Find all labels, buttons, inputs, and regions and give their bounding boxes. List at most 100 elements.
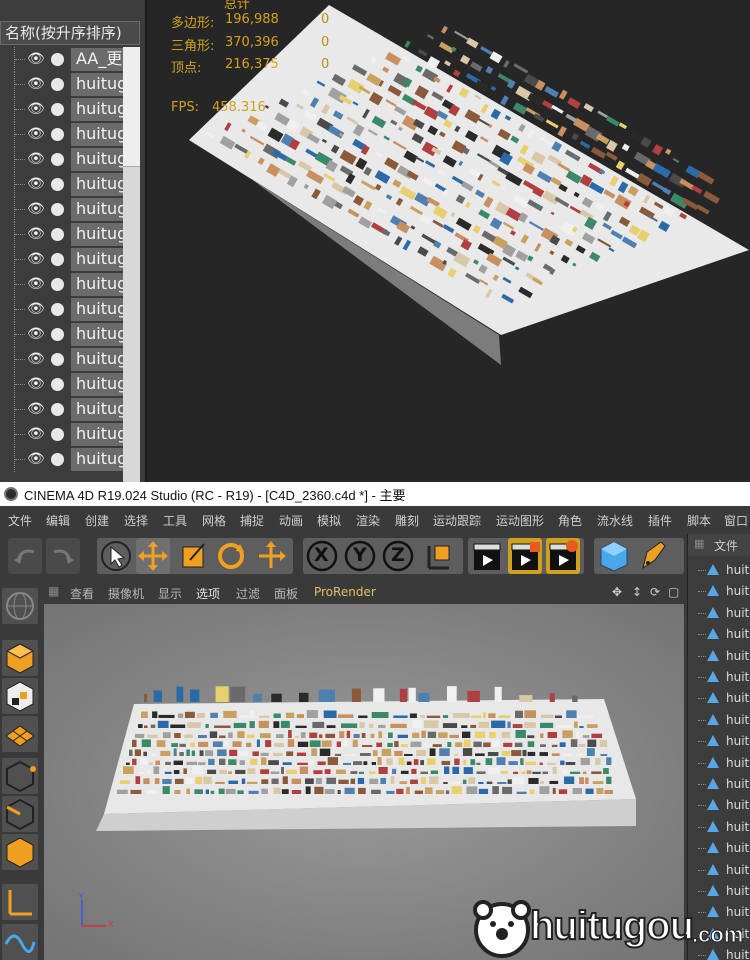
- layer-dot-icon[interactable]: [51, 203, 64, 216]
- menu-item[interactable]: 渲染: [356, 512, 380, 529]
- right-object-row[interactable]: huitu: [688, 753, 750, 774]
- object-row[interactable]: 👁 huitug: [0, 397, 140, 422]
- texture-mode-button[interactable]: [2, 678, 38, 714]
- rotate-view-icon[interactable]: ⟳: [650, 585, 660, 599]
- object-row[interactable]: 👁 AA_更: [0, 47, 140, 72]
- object-row[interactable]: 👁 huitug: [0, 347, 140, 372]
- pen-tool-button[interactable]: [635, 538, 669, 574]
- layer-dot-icon[interactable]: [51, 353, 64, 366]
- object-name[interactable]: huitug: [71, 398, 123, 421]
- x-axis-button[interactable]: X: [305, 538, 339, 574]
- visibility-eye-icon[interactable]: 👁: [27, 452, 45, 466]
- object-name[interactable]: huitug: [71, 123, 123, 146]
- object-row[interactable]: 👁 huitug: [0, 272, 140, 297]
- visibility-eye-icon[interactable]: 👁: [27, 302, 45, 316]
- layer-dot-icon[interactable]: [51, 153, 64, 166]
- render-view-button[interactable]: [470, 538, 504, 574]
- object-name[interactable]: huitu: [726, 563, 750, 577]
- viewport-menu-item[interactable]: 查看: [70, 585, 94, 602]
- visibility-eye-icon[interactable]: 👁: [27, 427, 45, 441]
- top-viewport[interactable]: 总计 多边形: 196,988 0 三角形: 370,396 0 顶点: 216…: [149, 0, 750, 482]
- right-object-row[interactable]: huitu: [688, 603, 750, 624]
- visibility-eye-icon[interactable]: 👁: [27, 202, 45, 216]
- object-row[interactable]: 👁 huitug: [0, 147, 140, 172]
- visibility-eye-icon[interactable]: 👁: [27, 377, 45, 391]
- visibility-eye-icon[interactable]: 👁: [27, 352, 45, 366]
- object-name[interactable]: huitug: [71, 298, 123, 321]
- menu-item[interactable]: 网格: [202, 512, 226, 529]
- layer-dot-icon[interactable]: [51, 103, 64, 116]
- menu-item[interactable]: 角色: [558, 512, 582, 529]
- object-row[interactable]: 👁 huitug: [0, 247, 140, 272]
- object-name[interactable]: huitu: [726, 606, 750, 620]
- prorender-menu[interactable]: ProRender: [314, 585, 376, 599]
- move-tool-button[interactable]: [136, 538, 170, 574]
- object-row[interactable]: 👁 huitug: [0, 72, 140, 97]
- object-list-scrollbar[interactable]: [123, 47, 140, 482]
- object-name[interactable]: huitug: [71, 198, 123, 221]
- visibility-eye-icon[interactable]: 👁: [27, 252, 45, 266]
- right-object-row[interactable]: huitu: [688, 774, 750, 795]
- workplane-mode-button[interactable]: [2, 716, 38, 752]
- object-name[interactable]: huitug: [71, 73, 123, 96]
- visibility-eye-icon[interactable]: 👁: [27, 127, 45, 141]
- coordinate-system-button[interactable]: [421, 538, 455, 574]
- move-view-icon[interactable]: ✥: [612, 585, 622, 599]
- object-list-header[interactable]: 名称(按升序排序): [0, 21, 140, 45]
- layer-dot-icon[interactable]: [51, 278, 64, 291]
- scrollbar-thumb[interactable]: [123, 47, 140, 167]
- right-object-row[interactable]: huitu: [688, 667, 750, 688]
- layer-dot-icon[interactable]: [51, 428, 64, 441]
- object-name[interactable]: huitu: [726, 584, 750, 598]
- layer-dot-icon[interactable]: [51, 78, 64, 91]
- polygons-mode-button[interactable]: [2, 834, 38, 870]
- right-object-row[interactable]: huitu: [688, 731, 750, 752]
- menu-item[interactable]: 插件: [648, 512, 672, 529]
- cube-button[interactable]: [597, 538, 631, 574]
- right-object-row[interactable]: huitu: [688, 860, 750, 881]
- points-mode-button[interactable]: [2, 758, 38, 794]
- object-name[interactable]: huitug: [71, 173, 123, 196]
- right-object-row[interactable]: huitu: [688, 560, 750, 581]
- object-row[interactable]: 👁 huitug: [0, 372, 140, 397]
- render-settings-button[interactable]: [546, 538, 580, 574]
- edges-mode-button[interactable]: [2, 796, 38, 832]
- viewport-menu-item[interactable]: 摄像机: [108, 585, 144, 602]
- object-row[interactable]: 👁 huitug: [0, 422, 140, 447]
- object-name[interactable]: huitug: [71, 373, 123, 396]
- object-name[interactable]: huitu: [726, 756, 750, 770]
- object-name[interactable]: huitug: [71, 348, 123, 371]
- viewport-menu-item[interactable]: 显示: [158, 585, 182, 602]
- object-name[interactable]: huitug: [71, 98, 123, 121]
- render-picture-viewer-button[interactable]: [508, 538, 542, 574]
- visibility-eye-icon[interactable]: 👁: [27, 227, 45, 241]
- right-object-row[interactable]: huitu: [688, 646, 750, 667]
- maximize-view-icon[interactable]: ▢: [668, 585, 679, 599]
- viewport-menu-item[interactable]: 过滤: [236, 585, 260, 602]
- undo-button[interactable]: [8, 538, 42, 574]
- object-row[interactable]: 👁 huitug: [0, 222, 140, 247]
- viewport-menu-item[interactable]: 选项: [196, 585, 220, 602]
- layer-dot-icon[interactable]: [51, 303, 64, 316]
- z-axis-button[interactable]: Z: [381, 538, 415, 574]
- object-name[interactable]: huitug: [71, 323, 123, 346]
- viewport-menu-item[interactable]: 面板: [274, 585, 298, 602]
- layer-dot-icon[interactable]: [51, 328, 64, 341]
- menu-item[interactable]: 捕捉: [240, 512, 264, 529]
- redo-button[interactable]: [46, 538, 80, 574]
- menu-item[interactable]: 工具: [163, 512, 187, 529]
- object-name[interactable]: huitug: [71, 223, 123, 246]
- visibility-eye-icon[interactable]: 👁: [27, 102, 45, 116]
- right-object-row[interactable]: huitu: [688, 581, 750, 602]
- tweak-mode-button[interactable]: [2, 924, 38, 960]
- model-mode-button[interactable]: [2, 640, 38, 676]
- object-row[interactable]: 👁 huitug: [0, 297, 140, 322]
- object-row[interactable]: 👁 huitug: [0, 197, 140, 222]
- layer-dot-icon[interactable]: [51, 178, 64, 191]
- object-row[interactable]: 👁 huitug: [0, 122, 140, 147]
- right-object-row[interactable]: huitu: [688, 795, 750, 816]
- file-menu[interactable]: 文件: [714, 537, 738, 554]
- object-name[interactable]: huitu: [726, 713, 750, 727]
- layer-dot-icon[interactable]: [51, 378, 64, 391]
- axis-mode-button[interactable]: [2, 884, 38, 920]
